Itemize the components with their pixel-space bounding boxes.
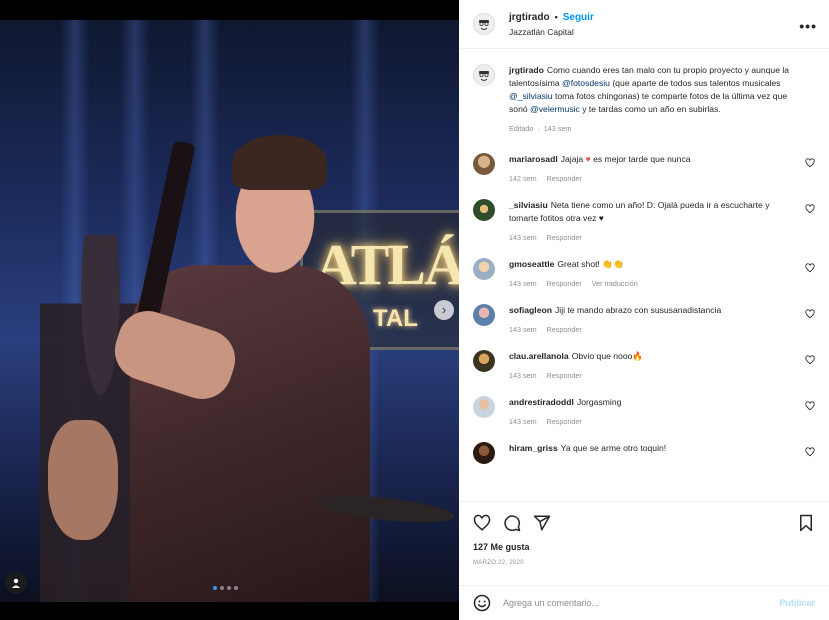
- share-icon[interactable]: [533, 514, 551, 532]
- comment-item: gmoseattle Great shot! 👏👏 143 sem Responde…: [473, 258, 815, 290]
- comment-item: mariarosadl Jajaja ♥ es mejor tarde que n…: [473, 153, 815, 185]
- like-comment-icon[interactable]: [805, 158, 815, 170]
- comment-item: _silviasiu Neta tiene como un año! D: Oja…: [473, 199, 815, 244]
- fire-emoji: 🔥: [632, 351, 644, 361]
- commenter-username[interactable]: andrestiradoddl: [509, 397, 574, 407]
- commenter-avatar[interactable]: [473, 258, 495, 280]
- caption-text: (que aparte de todos sus talentos musica…: [609, 78, 781, 88]
- carousel-dots: [213, 586, 238, 590]
- comment-text: Ya que se arme otro toquin!: [560, 443, 667, 453]
- reply-button[interactable]: Responder: [547, 371, 582, 380]
- caption-avatar[interactable]: [473, 64, 495, 86]
- reply-button[interactable]: Responder: [547, 279, 582, 288]
- clap-emoji: 👏👏: [602, 259, 624, 269]
- heart-emoji: ♥: [598, 213, 604, 223]
- comment-item: sofiagleon Jiji te mando abrazo con susus…: [473, 304, 815, 336]
- user-tags-icon[interactable]: [5, 572, 27, 594]
- comment-time[interactable]: 142 sem: [509, 174, 537, 183]
- commenter-avatar[interactable]: [473, 396, 495, 418]
- see-translation-link[interactable]: Ver traducción: [592, 279, 638, 288]
- reply-button[interactable]: Responder: [547, 417, 582, 426]
- commenter-avatar[interactable]: [473, 199, 495, 221]
- carousel-dot: [213, 586, 217, 590]
- comment-text: Neta tiene como un año! D: Ojalá pueda i…: [509, 200, 770, 223]
- follow-button[interactable]: Seguir: [563, 12, 594, 23]
- post-photo[interactable]: ATLÁ TAL: [0, 20, 459, 602]
- comments-list[interactable]: jrgtirado Como cuando eres tan malo con t…: [459, 50, 829, 500]
- carousel-dot: [220, 586, 224, 590]
- like-icon[interactable]: [473, 514, 491, 532]
- author-username[interactable]: jrgtirado: [509, 12, 550, 23]
- mention-link[interactable]: @velermusic: [530, 104, 580, 114]
- comment-item: andrestiradoddl Jorgasming 143 sem Respond…: [473, 396, 815, 428]
- like-comment-icon[interactable]: [805, 204, 815, 216]
- header-separator: •: [554, 12, 558, 22]
- reply-button[interactable]: Responder: [547, 233, 582, 242]
- likes-count[interactable]: 127 Me gusta: [473, 542, 815, 552]
- comment-text: Great shot!: [557, 259, 603, 269]
- commenter-username[interactable]: sofiagleon: [509, 305, 552, 315]
- reply-button[interactable]: Responder: [547, 325, 582, 334]
- publish-button[interactable]: Publicar: [779, 598, 815, 608]
- meta-separator: ·: [537, 124, 540, 133]
- comment-input[interactable]: [503, 598, 780, 608]
- comment-text: Obvio que nooo: [571, 351, 633, 361]
- edited-label: Editado: [509, 124, 534, 133]
- comment-time[interactable]: 143 sem: [509, 417, 537, 426]
- comment-time[interactable]: 143 sem: [509, 325, 537, 334]
- post-actions: 127 Me gusta MARZO 22, 2020: [459, 501, 829, 566]
- commenter-avatar[interactable]: [473, 304, 495, 326]
- mention-link[interactable]: @fotosdesiu: [562, 78, 610, 88]
- post-date[interactable]: MARZO 22, 2020: [473, 560, 815, 566]
- post-header: jrgtirado • Seguir Jazzatlán Capital •••: [459, 0, 829, 49]
- caption-text: y te tardas como un año en subirlas.: [579, 104, 721, 114]
- save-icon[interactable]: [797, 514, 815, 532]
- like-comment-icon[interactable]: [805, 309, 815, 321]
- comment-item: clau.arellanola Obvio que nooo🔥 143 sem Re…: [473, 350, 815, 382]
- comment-text: Jajaja: [560, 154, 586, 164]
- reply-button[interactable]: Responder: [547, 174, 582, 183]
- commenter-username[interactable]: _silviasiu: [509, 200, 548, 210]
- commenter-username[interactable]: hiram_griss: [509, 443, 558, 453]
- mention-link[interactable]: @_silviasiu: [509, 91, 553, 101]
- post-caption: jrgtirado Como cuando eres tan malo con t…: [473, 64, 815, 135]
- carousel-dot: [227, 586, 231, 590]
- more-options-icon[interactable]: •••: [799, 18, 817, 34]
- comment-item: hiram_griss Ya que se arme otro toquin!: [473, 442, 815, 464]
- comment-time[interactable]: 143 sem: [509, 371, 537, 380]
- background-guitar: [48, 420, 118, 540]
- commenter-avatar[interactable]: [473, 350, 495, 372]
- add-comment-bar: Publicar: [459, 585, 829, 620]
- post-location[interactable]: Jazzatlán Capital: [509, 27, 594, 37]
- comment-text: Jiji te mando abrazo con sususanadistanc…: [554, 305, 722, 315]
- commenter-avatar[interactable]: [473, 442, 495, 464]
- comment-text: Jorgasming: [576, 397, 622, 407]
- guitarist-hair: [232, 135, 327, 190]
- commenter-username[interactable]: mariarosadl: [509, 154, 558, 164]
- like-comment-icon[interactable]: [805, 263, 815, 275]
- neon-sign-small-text: TAL: [373, 305, 418, 332]
- commenter-avatar[interactable]: [473, 153, 495, 175]
- post-panel: jrgtirado • Seguir Jazzatlán Capital •••…: [459, 0, 829, 620]
- comment-icon[interactable]: [503, 514, 521, 532]
- carousel-dot: [234, 586, 238, 590]
- like-comment-icon[interactable]: [805, 355, 815, 367]
- emoji-icon[interactable]: [473, 594, 491, 612]
- caption-username[interactable]: jrgtirado: [509, 65, 544, 75]
- carousel-next-button[interactable]: ›: [434, 300, 454, 320]
- post-media: ATLÁ TAL ›: [0, 0, 459, 620]
- author-avatar[interactable]: [473, 13, 495, 35]
- caption-time[interactable]: 143 sem: [544, 124, 572, 133]
- comment-time[interactable]: 143 sem: [509, 279, 537, 288]
- commenter-username[interactable]: gmoseattle: [509, 259, 554, 269]
- commenter-username[interactable]: clau.arellanola: [509, 351, 569, 361]
- comment-text: es mejor tarde que nunca: [590, 154, 691, 164]
- comment-time[interactable]: 143 sem: [509, 233, 537, 242]
- like-comment-icon[interactable]: [805, 447, 815, 459]
- like-comment-icon[interactable]: [805, 401, 815, 413]
